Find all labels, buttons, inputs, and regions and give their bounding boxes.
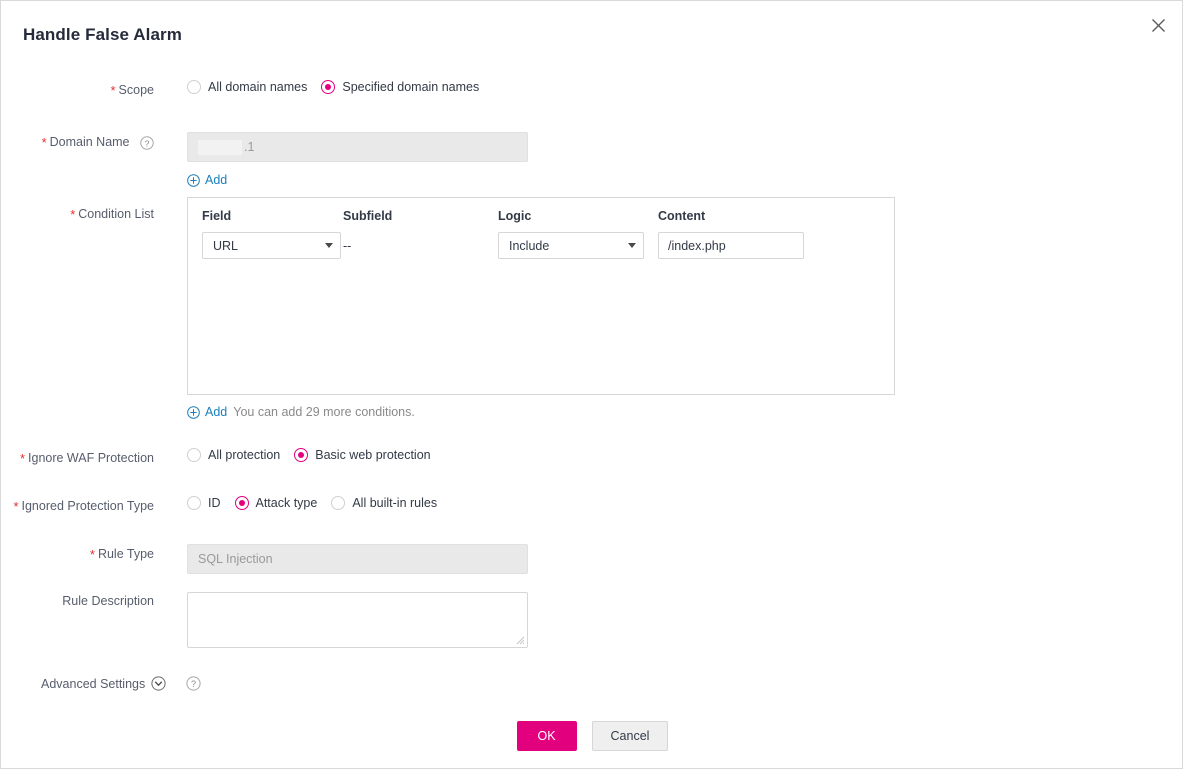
dialog-footer: OK Cancel xyxy=(1,721,1182,751)
condition-list-row: * Condition List xyxy=(1,204,166,222)
add-domain-link[interactable]: Add xyxy=(187,173,227,187)
svg-text:?: ? xyxy=(145,138,150,148)
required-marker: * xyxy=(110,83,116,98)
radio-scope-specified-domain-names[interactable]: Specified domain names xyxy=(321,80,479,94)
column-header-content: Content xyxy=(658,209,706,223)
radio-all-built-in-rules[interactable]: All built-in rules xyxy=(331,496,437,510)
logic-select-value: Include xyxy=(509,238,550,253)
scope-radio-group: All domain names Specified domain names xyxy=(187,80,479,94)
condition-list-label: * Condition List xyxy=(70,207,154,222)
rule-type-value: SQL Injection xyxy=(198,552,273,566)
radio-mark xyxy=(331,496,346,510)
ignore-waf-protection-label: * Ignore WAF Protection xyxy=(19,451,154,466)
required-marker: * xyxy=(41,135,47,150)
rule-description-row: Rule Description xyxy=(1,592,528,648)
cancel-button[interactable]: Cancel xyxy=(591,721,669,751)
content-input[interactable]: /index.php xyxy=(658,232,804,259)
domain-name-label: * Domain Name ? xyxy=(1,132,166,150)
ok-button[interactable]: OK xyxy=(516,721,577,751)
radio-label: All built-in rules xyxy=(352,496,438,510)
column-header-field: Field xyxy=(202,209,232,223)
radio-label: Attack type xyxy=(255,496,318,510)
help-icon[interactable]: ? xyxy=(186,676,201,691)
scope-label: * Scope xyxy=(110,83,154,98)
radio-label: ID xyxy=(208,496,221,510)
scope-row: * Scope All domain names Specified domain… xyxy=(1,80,479,98)
condition-field-cell: URL xyxy=(188,232,343,259)
ignored-protection-type-radio-group: ID Attack type All built-in rules xyxy=(187,496,437,510)
condition-content-cell: /index.php xyxy=(658,232,858,259)
radio-mark xyxy=(294,448,309,462)
rule-description-label: Rule Description xyxy=(62,594,154,608)
domain-name-field: .1 Add xyxy=(187,132,528,187)
ignore-waf-protection-row: * Ignore WAF Protection All protection Ba… xyxy=(1,448,431,466)
ignore-waf-protection-radio-group: All protection Basic web protection xyxy=(187,448,431,462)
condition-subfield-cell: -- xyxy=(343,237,498,255)
domain-name-row: * Domain Name ? .1 Add xyxy=(1,132,528,187)
rule-description-field xyxy=(187,592,528,648)
radio-basic-web-protection[interactable]: Basic web protection xyxy=(294,448,431,462)
condition-table-header: Field Subfield Logic Content xyxy=(188,198,894,223)
domain-name-value: .1 xyxy=(244,140,255,154)
required-marker: * xyxy=(19,451,26,466)
radio-mark xyxy=(187,80,201,94)
radio-id[interactable]: ID xyxy=(187,496,221,510)
add-condition-link-label: Add xyxy=(205,405,228,419)
radio-all-protection[interactable]: All protection xyxy=(187,448,280,462)
chevron-down-icon xyxy=(628,243,636,248)
add-condition-area: Add You can add 29 more conditions. xyxy=(187,405,415,419)
chevron-down-circle-icon[interactable] xyxy=(151,676,166,691)
required-marker: * xyxy=(89,547,95,562)
add-condition-hint: You can add 29 more conditions. xyxy=(233,405,415,419)
ignored-protection-type-row: * Ignored Protection Type ID Attack type … xyxy=(1,496,437,514)
close-icon[interactable] xyxy=(1142,9,1174,41)
advanced-settings-label: Advanced Settings xyxy=(41,676,146,691)
field-select[interactable]: URL xyxy=(202,232,341,259)
chevron-down-icon xyxy=(325,243,333,248)
rule-description-textarea[interactable] xyxy=(187,592,528,648)
rule-type-input[interactable]: SQL Injection xyxy=(187,544,528,574)
rule-type-field: SQL Injection xyxy=(187,544,528,574)
condition-list-box: Field Subfield Logic Content URL -- Incl… xyxy=(187,197,895,395)
radio-mark xyxy=(321,80,336,94)
radio-label: Specified domain names xyxy=(342,80,480,94)
ignored-protection-type-label: * Ignored Protection Type xyxy=(13,499,154,514)
rule-type-row: * Rule Type SQL Injection xyxy=(1,544,528,574)
logic-select[interactable]: Include xyxy=(498,232,644,259)
content-input-value: /index.php xyxy=(668,238,726,253)
radio-mark xyxy=(187,448,201,462)
add-domain-link-label: Add xyxy=(205,173,228,187)
radio-label: All protection xyxy=(208,448,281,462)
field-select-value: URL xyxy=(213,238,239,253)
help-icon[interactable]: ? xyxy=(140,136,154,150)
advanced-settings-row: Advanced Settings ? xyxy=(41,676,201,691)
required-marker: * xyxy=(70,207,76,222)
column-header-subfield: Subfield xyxy=(343,209,393,223)
svg-text:?: ? xyxy=(191,679,196,689)
required-marker: * xyxy=(13,499,19,514)
radio-scope-all-domain-names[interactable]: All domain names xyxy=(187,80,307,94)
radio-attack-type[interactable]: Attack type xyxy=(234,496,318,510)
domain-name-input[interactable]: .1 xyxy=(187,132,528,162)
masked-value xyxy=(198,139,242,155)
radio-label: Basic web protection xyxy=(315,448,431,462)
handle-false-alarm-dialog: Handle False Alarm * Scope All domain nam… xyxy=(0,0,1183,769)
resize-handle-icon[interactable] xyxy=(515,635,525,645)
radio-mark xyxy=(234,496,249,510)
subfield-value: -- xyxy=(343,238,352,253)
add-condition-link[interactable]: Add xyxy=(187,405,227,419)
radio-mark xyxy=(187,496,201,510)
table-row: URL -- Include /index.php xyxy=(188,232,894,259)
radio-label: All domain names xyxy=(208,80,308,94)
column-header-logic: Logic xyxy=(498,209,532,223)
rule-type-label: * Rule Type xyxy=(89,547,154,562)
page-title: Handle False Alarm xyxy=(23,25,182,44)
condition-logic-cell: Include xyxy=(498,232,658,259)
